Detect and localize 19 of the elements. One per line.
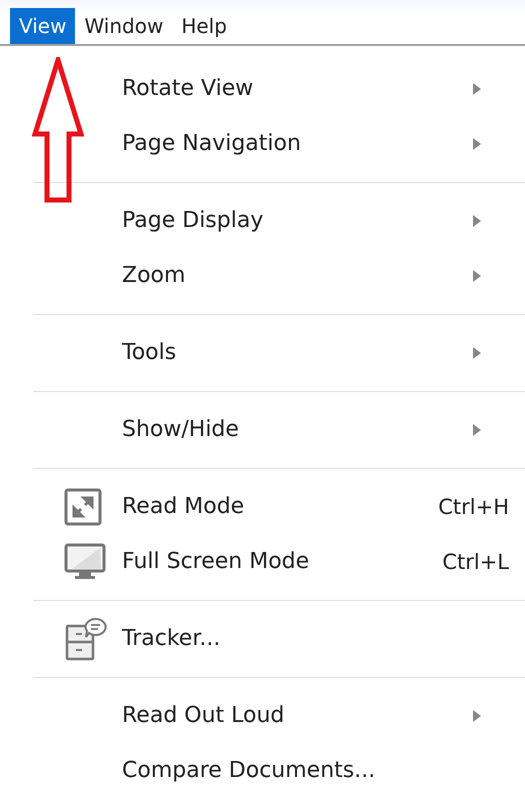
- menu-item[interactable]: Tools: [0, 325, 525, 380]
- menu-item[interactable]: Show/Hide: [0, 402, 525, 457]
- menu-item[interactable]: Tracker...: [0, 611, 525, 666]
- menu-item[interactable]: Full Screen Mode Ctrl+L: [0, 534, 525, 589]
- menu-item[interactable]: Read Mode Ctrl+H: [0, 479, 525, 534]
- monitor-icon: [64, 542, 106, 580]
- shortcut-label: Ctrl+H: [438, 494, 509, 518]
- menu-title[interactable]: Window: [75, 8, 172, 44]
- shortcut-label: Ctrl+L: [442, 550, 509, 574]
- menu-title[interactable]: Help: [172, 8, 236, 44]
- expand-icon: [64, 488, 102, 526]
- menu-title[interactable]: View: [10, 8, 76, 44]
- menu-item[interactable]: Page Display: [0, 193, 525, 248]
- menu-item[interactable]: Zoom: [0, 248, 525, 303]
- menu-item[interactable]: Page Navigation: [0, 116, 525, 171]
- cabinet-chat-icon: [64, 616, 108, 660]
- menu-item[interactable]: Read Out Loud: [0, 688, 525, 743]
- menu-item[interactable]: Compare Documents...: [0, 743, 525, 798]
- menu-item[interactable]: Rotate View: [0, 61, 525, 116]
